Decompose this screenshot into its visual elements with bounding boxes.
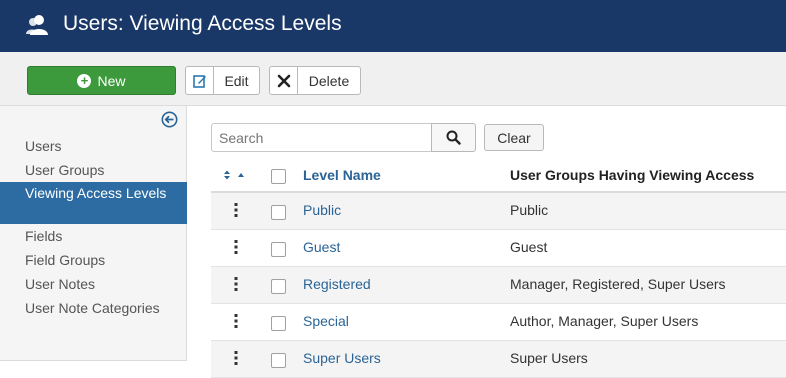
edit-button-label: Edit [224, 72, 249, 89]
sidebar-item-user-note-categories[interactable]: User Note Categories [0, 297, 187, 319]
user-groups-cell: Manager, Registered, Super Users [510, 276, 726, 292]
select-all-checkbox[interactable] [271, 169, 286, 184]
access-levels-table: Level Name User Groups Having Viewing Ac… [211, 156, 786, 378]
table-row: Registered Manager, Registered, Super Us… [211, 267, 786, 304]
table-header: Level Name User Groups Having Viewing Ac… [211, 156, 786, 193]
sidebar-item-viewing-access-levels[interactable]: Viewing Access Levels [0, 182, 187, 224]
delete-button-label: Delete [308, 72, 350, 89]
edit-button[interactable]: Edit [185, 66, 260, 95]
drag-handle-icon[interactable] [234, 314, 238, 328]
drag-handle-icon[interactable] [234, 203, 238, 217]
new-button-label: New [97, 72, 126, 89]
delete-button[interactable]: Delete [269, 66, 361, 95]
row-checkbox[interactable] [271, 242, 286, 257]
close-icon [270, 67, 298, 94]
sidebar-item-fields[interactable]: Fields [0, 225, 187, 247]
table-row: Public Public [211, 193, 786, 230]
drag-handle-icon[interactable] [234, 277, 238, 291]
sidebar-item-field-groups[interactable]: Field Groups [0, 249, 187, 271]
new-button[interactable]: + New [27, 66, 176, 95]
level-name-link[interactable]: Special [303, 313, 349, 329]
search-icon [446, 130, 461, 145]
collapse-sidebar-icon[interactable] [161, 111, 178, 128]
table-row: Guest Guest [211, 230, 786, 267]
user-groups-cell: Guest [510, 239, 548, 255]
level-name-link[interactable]: Public [303, 202, 341, 218]
drag-handle-icon[interactable] [234, 240, 238, 254]
toolbar: + New Edit Delete [0, 52, 786, 106]
row-checkbox[interactable] [271, 316, 286, 331]
user-groups-cell: Public [510, 202, 549, 218]
search-button[interactable] [431, 123, 476, 152]
sort-icon[interactable] [223, 169, 245, 181]
table-row: Special Author, Manager, Super Users [211, 304, 786, 341]
user-groups-cell: Author, Manager, Super Users [510, 313, 699, 329]
plus-circle-icon: + [77, 73, 92, 88]
table-row: Super Users Super Users [211, 341, 786, 378]
sidebar-item-user-notes[interactable]: User Notes [0, 273, 187, 295]
row-checkbox[interactable] [271, 279, 286, 294]
sidebar-item-user-groups[interactable]: User Groups [0, 159, 187, 181]
column-header-user-groups: User Groups Having Viewing Access [510, 167, 755, 183]
level-name-link[interactable]: Registered [303, 276, 371, 292]
column-header-level-name[interactable]: Level Name [303, 167, 381, 183]
main-content: Clear Level Name User Groups Having View… [187, 106, 786, 378]
row-checkbox[interactable] [271, 205, 286, 220]
level-name-link[interactable]: Super Users [303, 350, 381, 366]
page-header: Users: Viewing Access Levels [0, 0, 786, 52]
drag-handle-icon[interactable] [234, 351, 238, 365]
sidebar: Users User Groups Viewing Access Levels … [0, 106, 187, 361]
user-groups-cell: Super Users [510, 350, 588, 366]
edit-icon [186, 67, 214, 94]
clear-button[interactable]: Clear [484, 124, 544, 151]
row-checkbox[interactable] [271, 353, 286, 368]
level-name-link[interactable]: Guest [303, 239, 340, 255]
search-input[interactable] [211, 123, 432, 152]
page-title: Users: Viewing Access Levels [63, 12, 342, 35]
sidebar-item-users[interactable]: Users [0, 135, 187, 157]
users-icon [26, 15, 48, 35]
